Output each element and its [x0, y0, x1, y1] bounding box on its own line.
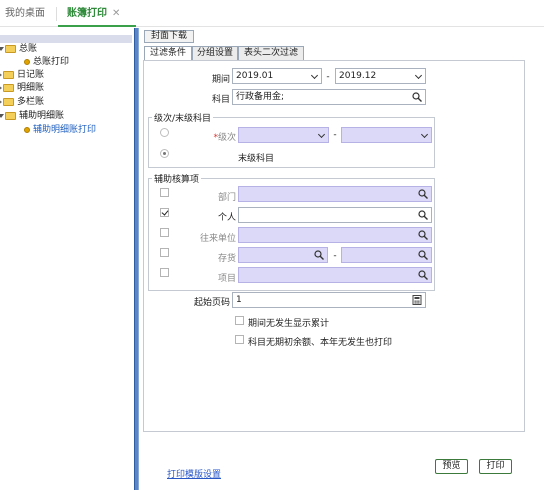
folder-icon [5, 44, 16, 53]
inventory-dash: - [333, 251, 337, 261]
project-input[interactable] [238, 267, 432, 283]
tab-ledger-print-label: 账簿打印 [67, 8, 107, 19]
lookup-icon[interactable] [418, 210, 428, 220]
subject-value: 行政备用金; [236, 92, 285, 102]
tree-item-journal[interactable]: 日记账 [0, 69, 44, 82]
report-node-icon [24, 126, 30, 133]
chevron-down-icon [414, 71, 423, 80]
collapse-arrow-icon[interactable] [0, 71, 2, 78]
contact-checkbox[interactable] [160, 228, 169, 237]
print-template-settings-link[interactable]: 打印模版设置 [167, 467, 221, 480]
tree-header-bar [0, 35, 132, 43]
search-icon[interactable] [314, 250, 324, 260]
top-tab-bar: 我的桌面 账簿打印 ✕ [0, 0, 544, 27]
tree-item-ledger-print[interactable]: 总账打印 [24, 56, 69, 69]
tree-item-aux-detail-print[interactable]: 辅助明细账打印 [24, 124, 96, 137]
start-page-label: 起始页码 [193, 298, 230, 308]
level-to-select[interactable] [341, 127, 432, 143]
tree-item-multi[interactable]: 多栏账 [0, 96, 44, 109]
inventory-label: 存货 [217, 254, 236, 264]
inventory-to-input[interactable] [341, 247, 432, 263]
project-label: 项目 [217, 274, 236, 284]
period-to-select[interactable]: 2019.12 [335, 68, 426, 84]
lookup-icon[interactable] [418, 270, 428, 280]
tab-group-settings[interactable]: 分组设置 [192, 46, 238, 60]
folder-icon [3, 70, 14, 79]
period-from-select[interactable]: 2019.01 [232, 68, 322, 84]
level-from-select[interactable] [238, 127, 329, 143]
show-cumulative-checkbox[interactable] [235, 316, 244, 325]
tree-item-ledger[interactable]: 总账 [0, 43, 37, 56]
lookup-icon[interactable] [418, 230, 428, 240]
level-label: *级次 [200, 130, 236, 143]
contact-input[interactable] [238, 227, 432, 243]
tab-my-desktop[interactable]: 我的桌面 [5, 0, 45, 27]
level-dash: - [333, 130, 337, 140]
person-input[interactable] [238, 207, 432, 223]
person-checkbox[interactable] [160, 208, 169, 217]
period-to-value: 2019.12 [339, 71, 377, 81]
tree-item-label: 日记账 [17, 70, 45, 80]
tab-header-filter[interactable]: 表头二次过滤 [238, 46, 304, 60]
tree-item-label: 多栏账 [17, 97, 45, 107]
chevron-down-icon [317, 130, 326, 139]
subject-input[interactable]: 行政备用金; [232, 89, 426, 105]
period-label: 期间 [211, 75, 230, 85]
tree-item-label: 辅助明细账打印 [33, 125, 97, 135]
inventory-from-input[interactable] [238, 247, 328, 263]
period-dash: - [326, 72, 330, 82]
expand-arrow-icon[interactable] [0, 46, 4, 51]
person-label: 个人 [217, 213, 236, 223]
cover-download-button[interactable]: 封面下载 [144, 30, 194, 43]
print-no-balance-checkbox[interactable] [235, 335, 244, 344]
tab-divider [56, 7, 57, 21]
tree-item-detail[interactable]: 明细账 [0, 82, 44, 95]
start-page-input[interactable]: 1 [232, 292, 426, 308]
lookup-icon[interactable] [418, 189, 428, 199]
print-no-balance-label: 科目无期初余额、本年无发生也打印 [248, 338, 393, 348]
search-icon[interactable] [418, 250, 428, 260]
show-cumulative-label: 期间无发生显示累计 [248, 319, 330, 329]
print-button[interactable]: 打印 [479, 459, 512, 474]
collapse-arrow-icon[interactable] [0, 98, 2, 105]
level-text: 级次 [217, 133, 236, 143]
expand-arrow-icon[interactable] [0, 113, 4, 118]
chevron-down-icon [310, 71, 319, 80]
preview-button[interactable]: 预览 [435, 459, 468, 474]
collapse-arrow-icon[interactable] [0, 84, 2, 91]
close-icon[interactable]: ✕ [112, 8, 120, 19]
tree-item-aux-detail[interactable]: 辅助明细账 [0, 110, 64, 123]
last-level-radio[interactable] [160, 149, 169, 158]
tree-item-label: 辅助明细账 [19, 111, 65, 121]
start-page-value: 1 [236, 295, 242, 305]
tree-item-label: 明细账 [17, 83, 45, 93]
tab-filter-conditions[interactable]: 过滤条件 [144, 46, 192, 60]
folder-icon [3, 97, 14, 106]
subject-label: 科目 [211, 95, 230, 105]
folder-icon [5, 111, 16, 120]
dept-label: 部门 [217, 193, 236, 203]
report-node-icon [24, 58, 30, 65]
pane-splitter[interactable] [134, 28, 139, 490]
inventory-checkbox[interactable] [160, 248, 169, 257]
lookup-icon[interactable] [412, 92, 422, 102]
level-group-title: 级次/末级科目 [152, 111, 214, 124]
level-radio[interactable] [160, 128, 169, 137]
period-from-value: 2019.01 [236, 71, 274, 81]
aux-group-title: 辅助核算项 [152, 172, 202, 185]
dept-checkbox[interactable] [160, 188, 169, 197]
chevron-down-icon [420, 130, 429, 139]
last-level-label: 末级科目 [238, 154, 275, 164]
tab-ledger-print[interactable]: 账簿打印 ✕ [58, 0, 136, 27]
folder-icon [3, 83, 14, 92]
tree-item-label: 总账打印 [33, 57, 70, 67]
project-checkbox[interactable] [160, 268, 169, 277]
dept-input[interactable] [238, 186, 432, 202]
contact-label: 往来单位 [199, 234, 236, 244]
calculator-icon[interactable] [412, 295, 422, 305]
tree-item-label: 总账 [19, 44, 38, 54]
